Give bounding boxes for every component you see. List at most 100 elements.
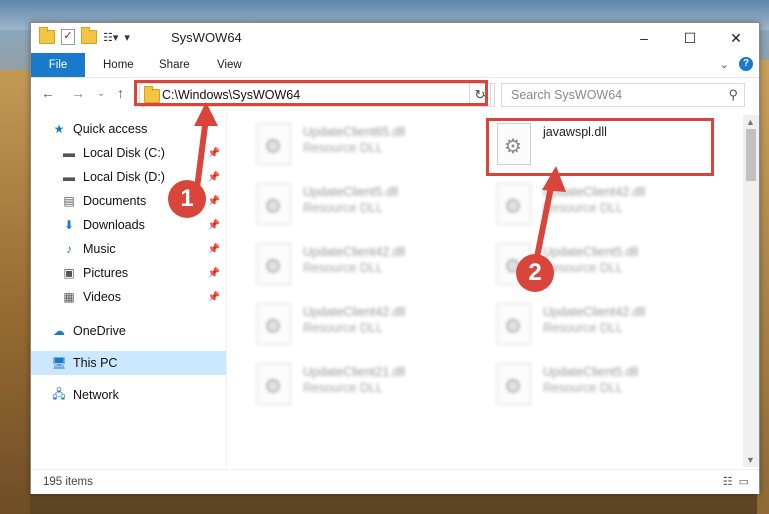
tab-file[interactable]: File: [31, 53, 85, 77]
vertical-scrollbar[interactable]: ▲ ▼: [743, 115, 759, 467]
sidebar-item-this-pc[interactable]: 🖥 This PC: [31, 351, 226, 375]
scroll-down-icon[interactable]: ▼: [746, 455, 755, 465]
sidebar-item-videos[interactable]: ▦ Videos 📌: [61, 285, 226, 309]
pin-icon[interactable]: 📌: [208, 268, 220, 279]
sidebar-item-music[interactable]: ♪ Music 📌: [61, 237, 226, 261]
view-menu-icon[interactable]: ☷▾: [103, 31, 118, 44]
scrollbar-thumb[interactable]: [746, 129, 756, 181]
view-toggles: ☷ ▭: [723, 475, 749, 488]
file-name: UpdateClient65.dll: [303, 125, 406, 139]
quick-access-toolbar: ✓ ☷▾ ▾: [39, 27, 130, 45]
dll-file-icon: [497, 183, 531, 225]
file-type: Resource DLL: [303, 201, 383, 215]
file-type: Resource DLL: [303, 321, 383, 335]
sidebar-item-local-disk-c[interactable]: ▬ Local Disk (C:) 📌: [61, 141, 226, 165]
documents-icon: ▤: [63, 194, 75, 208]
network-icon: 🖧: [52, 386, 66, 401]
pin-icon[interactable]: 📌: [208, 220, 220, 231]
minimize-button[interactable]: –: [621, 23, 667, 53]
large-icons-view-icon[interactable]: ▭: [739, 475, 749, 488]
dll-file-icon: [257, 303, 291, 345]
pin-icon[interactable]: 📌: [208, 292, 220, 303]
dll-file-icon: [257, 183, 291, 225]
pin-icon[interactable]: 📌: [208, 172, 220, 183]
ribbon-tabs: File Home Share View ⌄ ?: [31, 53, 759, 78]
sidebar-item-label: Pictures: [83, 266, 129, 280]
file-item[interactable]: UpdateClient65.dll Resource DLL: [247, 117, 471, 171]
maximize-button[interactable]: ☐: [667, 23, 713, 53]
title-bar[interactable]: ✓ ☷▾ ▾ SysWOW64 – ☐ ✕: [31, 23, 759, 53]
tab-home[interactable]: Home: [93, 53, 144, 77]
ribbon-right: ⌄ ?: [720, 57, 753, 71]
pc-icon: 🖥: [51, 356, 67, 370]
step-1-badge: 1: [168, 180, 206, 218]
file-item[interactable]: UpdateClient5.dll Resource DLL: [247, 177, 471, 231]
sidebar-item-local-disk-d[interactable]: ▬ Local Disk (D:) 📌: [61, 165, 226, 189]
file-type: Resource DLL: [543, 381, 623, 395]
file-type: Resource DLL: [303, 261, 383, 275]
file-item[interactable]: UpdateClient42.dll Resource DLL: [487, 297, 711, 351]
file-name: UpdateClient42.dll: [543, 185, 646, 199]
videos-icon: ▦: [63, 290, 75, 304]
drive-icon: ▬: [63, 170, 75, 184]
expand-ribbon-icon[interactable]: ⌄: [720, 58, 729, 71]
address-highlight-box: [134, 80, 488, 106]
pin-icon[interactable]: 📌: [208, 196, 220, 207]
up-icon[interactable]: ↑: [117, 85, 124, 101]
tab-view[interactable]: View: [207, 53, 252, 77]
recent-locations-icon[interactable]: ⌄: [97, 88, 105, 99]
status-bar: 195 items ☷ ▭: [31, 469, 759, 494]
sidebar-item-downloads[interactable]: ⬇ Downloads 📌: [61, 213, 226, 237]
search-icon: ⚲: [728, 87, 738, 102]
scroll-up-icon[interactable]: ▲: [746, 117, 755, 127]
file-type: Resource DLL: [303, 141, 383, 155]
cloud-icon: ☁: [53, 324, 65, 338]
step-2-badge: 2: [516, 254, 554, 292]
file-name: UpdateClient42.dll: [303, 245, 406, 259]
star-icon: ★: [53, 122, 65, 136]
sidebar-item-label: Local Disk (D:): [83, 170, 165, 184]
desktop-background-left: [0, 70, 30, 514]
sidebar-item-onedrive[interactable]: ☁ OneDrive: [51, 319, 226, 343]
forward-icon[interactable]: →: [71, 85, 85, 101]
file-name: UpdateClient5.dll: [303, 185, 399, 199]
file-name: UpdateClient42.dll: [543, 305, 646, 319]
sidebar-item-pictures[interactable]: ▣ Pictures 📌: [61, 261, 226, 285]
details-view-icon[interactable]: ☷: [723, 475, 733, 488]
sidebar-item-label: Local Disk (C:): [83, 146, 165, 160]
file-item[interactable]: UpdateClient42.dll Resource DLL: [487, 177, 711, 231]
navigation-pane: ★ Quick access ▬ Local Disk (C:) 📌 ▬ Loc…: [31, 115, 226, 467]
new-folder-icon[interactable]: [81, 27, 97, 44]
sidebar-item-label: Music: [83, 242, 116, 256]
sidebar-item-quick-access[interactable]: ★ Quick access: [51, 117, 226, 141]
dll-file-icon: [497, 303, 531, 345]
close-button[interactable]: ✕: [713, 23, 759, 53]
properties-icon[interactable]: ✓: [61, 29, 75, 45]
music-icon: ♪: [66, 242, 72, 256]
sidebar-item-label: Documents: [83, 194, 147, 208]
file-type: Resource DLL: [543, 321, 623, 335]
sidebar-item-label: Network: [73, 388, 119, 402]
back-icon[interactable]: ←: [41, 85, 55, 101]
help-icon[interactable]: ?: [739, 57, 753, 71]
drive-icon: ▬: [63, 146, 75, 160]
dll-file-icon: [257, 123, 291, 165]
items-count: 195 items: [43, 476, 93, 488]
pane-divider[interactable]: [226, 115, 227, 467]
file-name: UpdateClient5.dll: [543, 245, 639, 259]
window-title: SysWOW64: [171, 30, 242, 45]
customize-toolbar-icon[interactable]: ▾: [124, 31, 130, 44]
file-name: UpdateClient21.dll: [303, 365, 406, 379]
window-controls: – ☐ ✕: [621, 23, 759, 53]
tab-share[interactable]: Share: [149, 53, 200, 77]
pin-icon[interactable]: 📌: [208, 244, 220, 255]
dll-file-icon: [257, 243, 291, 285]
file-item[interactable]: UpdateClient42.dll Resource DLL: [247, 237, 471, 291]
sidebar-item-network[interactable]: 🖧 Network: [51, 383, 226, 407]
sidebar-item-label: Videos: [83, 290, 121, 304]
file-item[interactable]: UpdateClient5.dll Resource DLL: [487, 357, 711, 411]
file-item[interactable]: UpdateClient42.dll Resource DLL: [247, 297, 471, 351]
pin-icon[interactable]: 📌: [208, 148, 220, 159]
search-input[interactable]: Search SysWOW64 ⚲: [501, 83, 745, 107]
file-item[interactable]: UpdateClient21.dll Resource DLL: [247, 357, 471, 411]
